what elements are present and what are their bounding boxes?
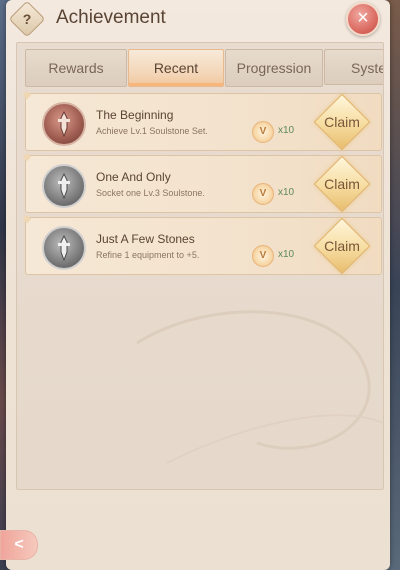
tab-bar: Rewards Recent Progression System [25,49,383,87]
claim-label: Claim [324,238,360,254]
achievement-name: Just A Few Stones [96,232,195,246]
reward-icon: V [252,121,274,143]
claim-button[interactable]: Claim [313,155,371,213]
tab-rewards[interactable]: Rewards [25,49,127,87]
tab-progression[interactable]: Progression [225,49,323,87]
achievement-name: The Beginning [96,108,174,122]
back-arrow-icon: < [14,536,24,553]
close-button[interactable]: × [346,2,380,36]
tab-system[interactable]: System [324,49,383,85]
tab-recent[interactable]: Recent [128,49,224,87]
achievement-item: Just A Few Stones Refine 1 equipment to … [25,217,382,275]
content-area: Rewards Recent Progression System The Be… [16,42,384,490]
claim-button[interactable]: Claim [313,93,371,151]
medal-icon [42,226,86,270]
achievement-description: Socket one Lv.3 Soulstone. [96,188,205,198]
achievement-description: Achieve Lv.1 Soulstone Set. [96,126,208,136]
close-icon: × [357,7,369,29]
achievement-name: One And Only [96,170,171,184]
medal-icon [42,164,86,208]
reward-icon: V [252,245,274,267]
page-title: Achievement [56,7,166,28]
achievement-description: Refine 1 equipment to +5. [96,250,200,260]
claim-label: Claim [324,114,360,130]
help-icon: ? [22,11,32,27]
help-button[interactable]: ? [8,0,46,38]
reward-icon: V [252,183,274,205]
claim-button[interactable]: Claim [313,217,371,275]
panel-header: ? Achievement × [6,0,390,38]
achievement-panel: ? Achievement × Rewards Recent Progressi… [6,0,390,570]
claim-label: Claim [324,176,360,192]
back-button[interactable]: < [0,530,38,560]
achievement-item: One And Only Socket one Lv.3 Soulstone. … [25,155,382,213]
reward-count: x10 [278,125,295,136]
reward-count: x10 [278,187,295,198]
reward-count: x10 [278,249,295,260]
achievement-item: The Beginning Achieve Lv.1 Soulstone Set… [25,93,382,151]
medal-icon [42,102,86,146]
